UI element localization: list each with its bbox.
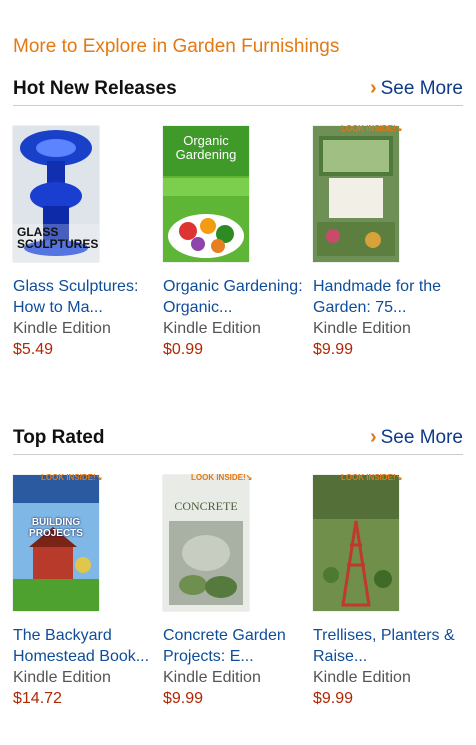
book-cover-backyard-homestead[interactable]: BUILDING PROJECTS LOOK INSIDE!↘ <box>13 473 102 611</box>
book-cover-trellises-planters[interactable]: LOOK INSIDE!↘ <box>313 473 402 611</box>
see-more-label: See More <box>380 426 463 448</box>
edition: Kindle Edition <box>13 669 111 686</box>
book-cover-concrete-garden[interactable]: CONCRETE LOOK INSIDE!↘ <box>163 473 252 611</box>
cover-text: BUILDING PROJECTS <box>29 517 83 539</box>
product-item[interactable]: BUILDING PROJECTS LOOK INSIDE!↘ The Back… <box>13 473 163 709</box>
see-more-link[interactable]: › See More <box>370 426 463 449</box>
product-item[interactable]: CONCRETE LOOK INSIDE!↘ Concrete Garden P… <box>163 473 313 709</box>
product-item[interactable]: GLASS SCULPTURES Glass Sculptures: How t… <box>13 126 163 360</box>
see-more-link[interactable]: › See More <box>370 77 463 100</box>
look-inside-badge[interactable]: LOOK INSIDE!↘ <box>191 473 252 482</box>
book-title[interactable]: Organic Gardening: Organic... <box>163 276 308 318</box>
price: $0.99 <box>163 341 204 358</box>
book-cover-glass-sculptures[interactable]: GLASS SCULPTURES <box>13 126 99 262</box>
edition: Kindle Edition <box>313 669 411 686</box>
book-title[interactable]: The Backyard Homestead Book... <box>13 625 158 667</box>
price: $14.72 <box>13 690 62 707</box>
look-inside-badge[interactable]: LOOK INSIDE!↘ <box>41 473 102 482</box>
book-title[interactable]: Glass Sculptures: How to Ma... <box>13 276 158 318</box>
look-inside-badge[interactable]: LOOK INSIDE!↘ <box>341 473 402 482</box>
explore-title[interactable]: More to Explore in Garden Furnishings <box>13 36 339 58</box>
section-header: Top Rated › See More <box>13 425 463 455</box>
chevron-right-icon: › <box>369 426 377 448</box>
edition: Kindle Edition <box>163 320 261 337</box>
section-title: Top Rated <box>13 426 105 448</box>
section-hot-new-releases: Hot New Releases › See More GLASS SCULPT… <box>13 76 463 360</box>
look-inside-badge[interactable]: LOOK INSIDE!↘ <box>341 124 402 133</box>
cover-text: CONCRETE <box>174 499 238 513</box>
price: $9.99 <box>313 341 354 358</box>
product-item[interactable]: LOOK INSIDE!↘ Trellises, Planters & Rais… <box>313 473 463 709</box>
price: $5.49 <box>13 341 54 358</box>
section-top-rated: Top Rated › See More BUILDING PROJECTS L… <box>13 425 463 709</box>
product-list: BUILDING PROJECTS LOOK INSIDE!↘ The Back… <box>13 473 463 709</box>
edition: Kindle Edition <box>313 320 411 337</box>
edition: Kindle Edition <box>163 669 261 686</box>
product-item[interactable]: LOOK INSIDE!↘ Handmade for the Garden: 7… <box>313 124 463 360</box>
book-title[interactable]: Trellises, Planters & Raise... <box>313 625 458 667</box>
section-title: Hot New Releases <box>13 77 177 99</box>
cover-text: GLASS SCULPTURES <box>17 225 99 251</box>
product-list: GLASS SCULPTURES Glass Sculptures: How t… <box>13 124 463 360</box>
product-item[interactable]: Organic Gardening Organic Gardening: Org… <box>163 126 313 360</box>
section-header: Hot New Releases › See More <box>13 76 463 106</box>
book-title[interactable]: Concrete Garden Projects: E... <box>163 625 308 667</box>
edition: Kindle Edition <box>13 320 111 337</box>
chevron-right-icon: › <box>369 77 377 99</box>
price: $9.99 <box>163 690 204 707</box>
book-title[interactable]: Handmade for the Garden: 75... <box>313 276 458 318</box>
see-more-label: See More <box>380 77 463 99</box>
book-cover-handmade-garden[interactable]: LOOK INSIDE!↘ <box>313 124 402 262</box>
cover-text: Organic Gardening <box>175 133 237 162</box>
price: $9.99 <box>313 690 354 707</box>
book-cover-organic-gardening[interactable]: Organic Gardening <box>163 126 249 262</box>
